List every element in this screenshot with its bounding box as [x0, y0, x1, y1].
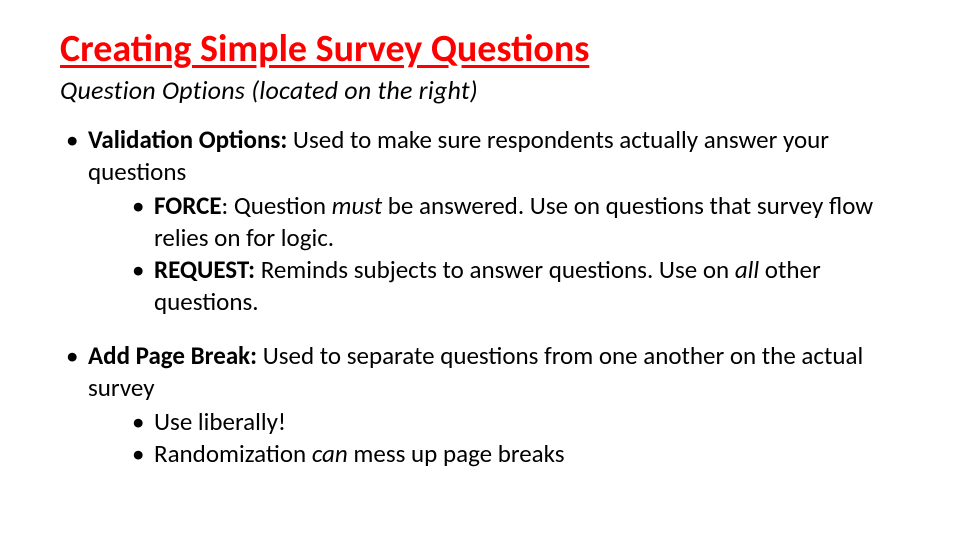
sub-text: Use liberally!	[154, 406, 286, 437]
slide: Creating Simple Survey Questions Questio…	[0, 0, 960, 540]
sub-rest: mess up page breaks	[348, 438, 565, 469]
bullet-list: Validation Options: Used to make sure re…	[60, 124, 900, 470]
sub-text: : Question	[222, 190, 332, 221]
list-item: Validation Options: Used to make sure re…	[60, 124, 900, 318]
sub-list: Use liberally! Randomization can mess up…	[88, 406, 900, 470]
sub-lead: REQUEST:	[154, 254, 255, 285]
list-item: REQUEST: Reminds subjects to answer ques…	[128, 254, 900, 318]
sub-em: all	[735, 254, 759, 285]
sub-text: Randomization	[154, 438, 312, 469]
sub-list: FORCE: Question must be answered. Use on…	[88, 190, 900, 318]
list-item: Add Page Break: Used to separate questio…	[60, 340, 900, 470]
sub-em: must	[332, 190, 382, 221]
sub-em: can	[312, 438, 348, 469]
list-item: Use liberally!	[128, 406, 900, 438]
slide-subtitle: Question Options (located on the right)	[60, 74, 900, 106]
bullet-lead: Add Page Break:	[88, 340, 257, 371]
sub-lead: FORCE	[154, 190, 222, 221]
bullet-lead: Validation Options:	[88, 124, 287, 155]
sub-text: Reminds subjects to answer questions. Us…	[255, 254, 735, 285]
list-item: FORCE: Question must be answered. Use on…	[128, 190, 900, 254]
list-item: Randomization can mess up page breaks	[128, 438, 900, 470]
slide-title: Creating Simple Survey Questions	[60, 28, 900, 72]
